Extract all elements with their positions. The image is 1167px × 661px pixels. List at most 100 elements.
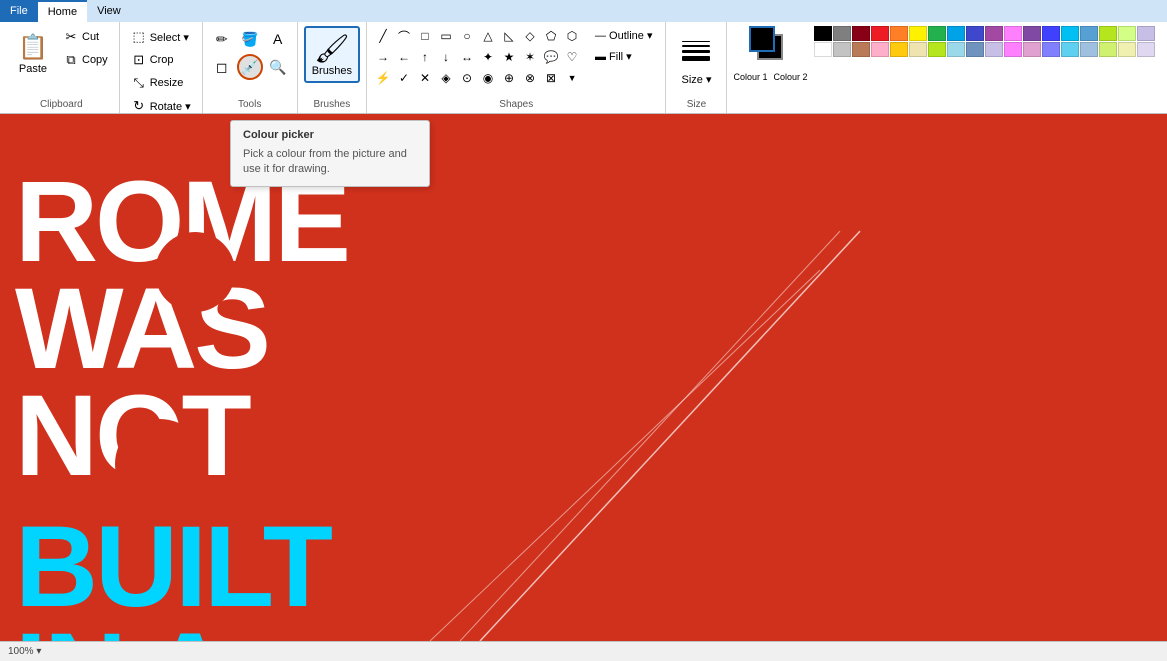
shape-pentagon[interactable]: ⬠	[541, 26, 561, 46]
swatch-steelblue[interactable]	[966, 42, 984, 57]
shape-misc5[interactable]: ⊗	[520, 68, 540, 88]
menu-home[interactable]: Home	[38, 0, 87, 22]
outline-fill-group: — Outline ▾ ▬ Fill ▾	[588, 26, 659, 66]
swatch-lightcyan[interactable]	[947, 42, 965, 57]
fill-button[interactable]: ▬ Fill ▾	[588, 47, 659, 66]
resize-icon: ⤡	[131, 75, 147, 91]
swatch-red[interactable]	[871, 26, 889, 41]
colour-picker-button[interactable]: 💉	[237, 54, 263, 80]
paste-button[interactable]: 📋 Paste	[10, 26, 56, 80]
shape-triangle[interactable]: △	[478, 26, 498, 46]
shape-scroll-down[interactable]: ▼	[562, 68, 582, 88]
select-button[interactable]: ⬚ Select ▾	[126, 26, 196, 48]
shape-right-triangle[interactable]: ◺	[499, 26, 519, 46]
shape-check[interactable]: ✓	[394, 68, 414, 88]
shape-line[interactable]: ╱	[373, 26, 393, 46]
colour-1-box[interactable]	[749, 26, 775, 52]
swatch-lavender[interactable]	[1137, 26, 1155, 41]
shape-diamond[interactable]: ◇	[520, 26, 540, 46]
swatch-blue[interactable]	[947, 26, 965, 41]
swatch-lightyellow[interactable]	[1118, 26, 1136, 41]
swatch-gold[interactable]	[890, 42, 908, 57]
swatch-white[interactable]	[814, 42, 832, 57]
swatch-darkred[interactable]	[852, 26, 870, 41]
swatch-cream[interactable]	[909, 42, 927, 57]
cut-copy-group: ✂ Cut ⧉ Copy	[58, 26, 113, 71]
swatch-purple[interactable]	[985, 26, 1003, 41]
outline-label: Outline ▾	[609, 29, 652, 42]
shape-arrow-right[interactable]: →	[373, 47, 393, 67]
cut-icon: ✂	[63, 29, 79, 45]
text-button[interactable]: A	[265, 26, 291, 52]
shape-heart[interactable]: ♡	[562, 47, 582, 67]
magnifier-button[interactable]: 🔍	[265, 54, 291, 80]
swatch-paleblue[interactable]	[1080, 42, 1098, 57]
size-button[interactable]: Size ▾	[672, 26, 720, 91]
swatch-lime[interactable]	[1099, 26, 1117, 41]
image-btns: ⬚ Select ▾ ⊡ Crop ⤡ Resize ↻ Rotate ▾	[126, 26, 196, 117]
swatch-yellow[interactable]	[909, 26, 927, 41]
outline-button[interactable]: — Outline ▾	[588, 26, 659, 45]
swatch-lightpink[interactable]	[871, 42, 889, 57]
shape-arrow-left[interactable]: ←	[394, 47, 414, 67]
crop-button[interactable]: ⊡ Crop	[126, 49, 196, 71]
swatch-blue2[interactable]	[1042, 26, 1060, 41]
copy-button[interactable]: ⧉ Copy	[58, 49, 113, 71]
swatch-orange[interactable]	[890, 26, 908, 41]
swatch-lime2[interactable]	[928, 42, 946, 57]
swatch-purple2[interactable]	[1023, 26, 1041, 41]
shape-misc1[interactable]: ◈	[436, 68, 456, 88]
swatch-palelavender[interactable]	[1137, 42, 1155, 57]
edit-colours-button[interactable]: 🎨 Edit colours	[1161, 26, 1167, 76]
eraser-button[interactable]: ◻	[209, 54, 235, 80]
shape-rounded-rect[interactable]: ▭	[436, 26, 456, 46]
menu-file[interactable]: File	[0, 0, 38, 22]
shape-misc4[interactable]: ⊕	[499, 68, 519, 88]
shape-star6[interactable]: ✶	[520, 47, 540, 67]
swatch-yellowgreen[interactable]	[1099, 42, 1117, 57]
swatch-green[interactable]	[928, 26, 946, 41]
outline-icon: —	[595, 30, 606, 42]
shape-lightning[interactable]: ⚡	[373, 68, 393, 88]
menu-view[interactable]: View	[87, 0, 131, 22]
shape-arrow-up[interactable]: ↑	[415, 47, 435, 67]
canvas-area[interactable]: ROME WAS NOT BUILT IN A	[0, 114, 1167, 641]
shape-arrow-down[interactable]: ↓	[436, 47, 456, 67]
shape-curve[interactable]: ⌒	[394, 26, 414, 46]
fill-tool-button[interactable]: 🪣	[237, 26, 263, 52]
swatch-paleyellow[interactable]	[1118, 42, 1136, 57]
swatch-aqua[interactable]	[1061, 42, 1079, 57]
shape-x[interactable]: ✕	[415, 68, 435, 88]
swatch-gray[interactable]	[833, 26, 851, 41]
tools-group: ✏ 🪣 A ◻ 💉 🔍 Tools	[203, 22, 298, 113]
shape-star4[interactable]: ✦	[478, 47, 498, 67]
cut-label: Cut	[82, 31, 99, 43]
swatch-hotpink[interactable]	[1004, 42, 1022, 57]
brushes-group-label: Brushes	[304, 97, 360, 113]
swatch-lightblue[interactable]	[1061, 26, 1079, 41]
shape-callout[interactable]: 💬	[541, 47, 561, 67]
shape-4arrow[interactable]: ↔	[457, 47, 477, 67]
swatch-mauve[interactable]	[1023, 42, 1041, 57]
resize-button[interactable]: ⤡ Resize	[126, 72, 196, 94]
shape-ellipse[interactable]: ○	[457, 26, 477, 46]
swatch-skyblue[interactable]	[1080, 26, 1098, 41]
swatch-periwinkle[interactable]	[985, 42, 1003, 57]
swatch-lightgray[interactable]	[833, 42, 851, 57]
shape-misc2[interactable]: ⊙	[457, 68, 477, 88]
swatch-periwinkle2[interactable]	[1042, 42, 1060, 57]
shape-rect[interactable]: □	[415, 26, 435, 46]
select-icon: ⬚	[131, 29, 147, 45]
swatch-indigo[interactable]	[966, 26, 984, 41]
status-bar: 100% ▾	[0, 641, 1167, 661]
pencil-button[interactable]: ✏	[209, 26, 235, 52]
shape-misc6[interactable]: ⊠	[541, 68, 561, 88]
cut-button[interactable]: ✂ Cut	[58, 26, 113, 48]
shape-star5[interactable]: ★	[499, 47, 519, 67]
shape-hexagon[interactable]: ⬡	[562, 26, 582, 46]
swatch-pink2[interactable]	[1004, 26, 1022, 41]
brushes-button[interactable]: 🖌 Brushes	[304, 26, 360, 83]
shape-misc3[interactable]: ◉	[478, 68, 498, 88]
swatch-black[interactable]	[814, 26, 832, 41]
swatch-brown[interactable]	[852, 42, 870, 57]
